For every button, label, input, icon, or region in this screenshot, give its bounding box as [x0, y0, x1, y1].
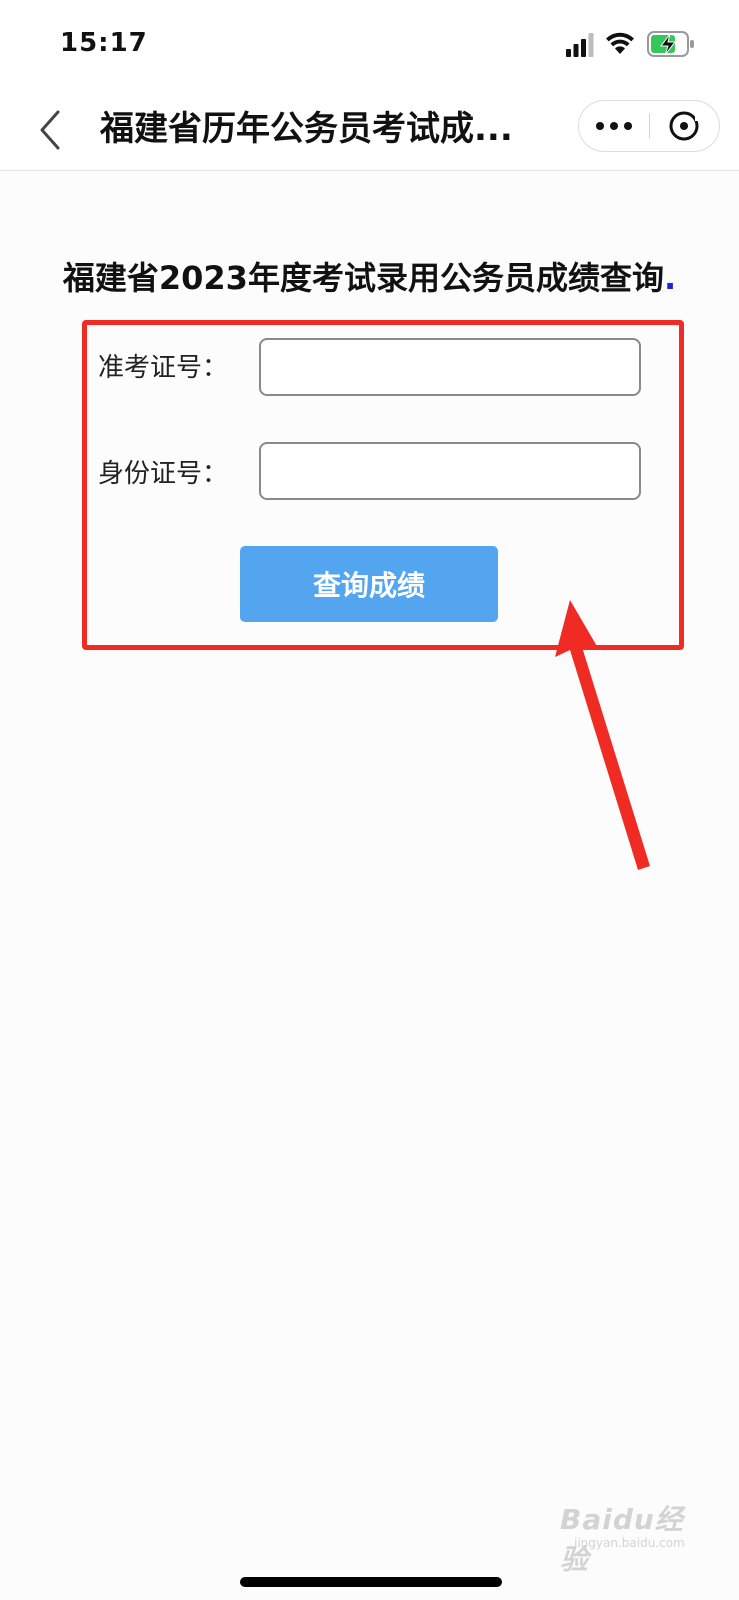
battery-charging-icon	[647, 31, 694, 57]
mini-program-capsule	[578, 100, 720, 152]
home-indicator[interactable]	[240, 1577, 502, 1587]
query-score-button[interactable]: 查询成绩	[240, 546, 498, 622]
chevron-left-icon	[40, 110, 60, 150]
capsule-divider	[649, 113, 650, 139]
nav-title: 福建省历年公务员考试成...	[100, 109, 513, 149]
more-dots-icon	[596, 122, 604, 130]
id-number-input[interactable]	[259, 442, 641, 500]
more-button[interactable]	[579, 101, 649, 151]
page-heading-dot: .	[663, 259, 677, 297]
admission-ticket-input[interactable]	[259, 338, 641, 396]
status-bar: 15:17	[0, 0, 739, 88]
wifi-icon	[606, 32, 634, 54]
nav-bar: 福建省历年公务员考试成...	[0, 88, 739, 171]
red-arrow-icon	[555, 600, 650, 870]
signal-icon	[566, 33, 594, 57]
close-circle-icon	[669, 111, 701, 141]
status-time: 15:17	[60, 28, 148, 58]
watermark-sub: jingyan.baidu.com	[574, 1536, 685, 1550]
baidu-watermark: Baidu经验 jingyan.baidu.com	[560, 1490, 700, 1576]
id-number-label: 身份证号：	[98, 459, 229, 489]
admission-ticket-label: 准考证号：	[98, 353, 229, 383]
page-heading-text: 福建省2023年度考试录用公务员成绩查询	[62, 259, 664, 297]
page-heading: 福建省2023年度考试录用公务员成绩查询.	[0, 256, 739, 300]
close-button[interactable]	[651, 101, 719, 151]
back-button[interactable]	[30, 102, 70, 158]
